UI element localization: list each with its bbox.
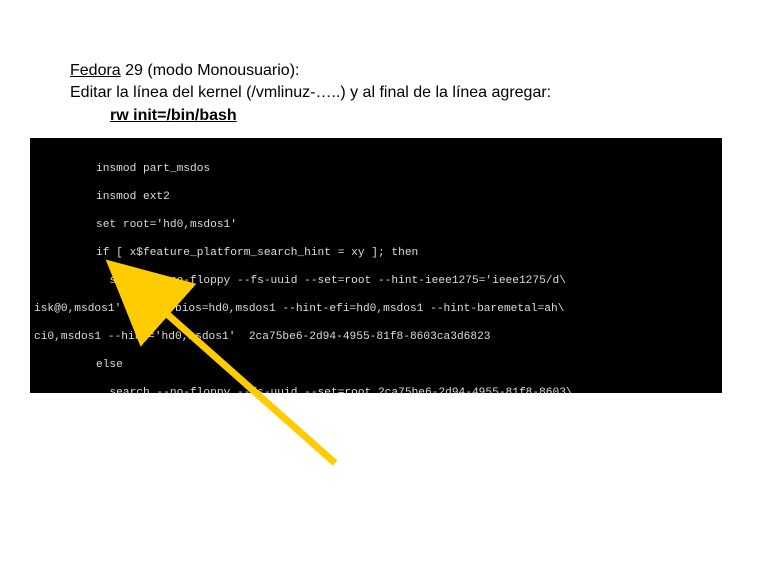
instruction-line-3: rw init=/bin/bash xyxy=(70,105,760,127)
term-line: isk@0,msdos1' --hint-bios=hd0,msdos1 --h… xyxy=(34,302,718,316)
term-line: ci0,msdos1 --hint='hd0,msdos1' 2ca75be6-… xyxy=(34,330,718,344)
term-line: search --no-floppy --fs-uuid --set=root … xyxy=(96,386,718,393)
page-root: Fedora 29 (modo Monousuario): Editar la … xyxy=(0,0,760,584)
term-line: if [ x$feature_platform_search_hint = xy… xyxy=(96,246,718,260)
term-line: else xyxy=(96,358,718,372)
term-line: insmod part_msdos xyxy=(96,162,718,176)
distro-name: Fedora xyxy=(70,62,121,79)
instruction-line-2: Editar la línea del kernel (/vmlinuz-…..… xyxy=(70,82,760,104)
grub-terminal: insmod part_msdos insmod ext2 set root='… xyxy=(30,138,722,393)
instruction-line-1-rest: 29 (modo Monousuario): xyxy=(121,62,300,79)
term-line: set root='hd0,msdos1' xyxy=(96,218,718,232)
term-line: search --no-floppy --fs-uuid --set=root … xyxy=(96,274,718,288)
instruction-line-1: Fedora 29 (modo Monousuario): xyxy=(70,60,760,82)
instruction-block: Fedora 29 (modo Monousuario): Editar la … xyxy=(70,60,760,127)
term-line: insmod ext2 xyxy=(96,190,718,204)
